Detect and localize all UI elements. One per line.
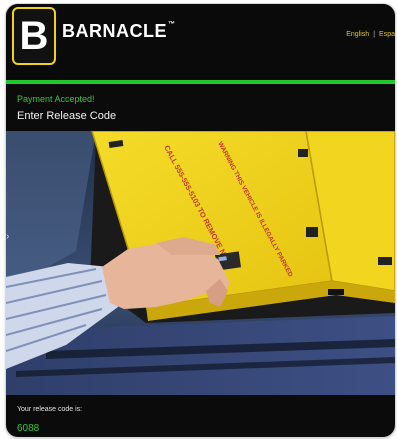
language-english[interactable]: English: [346, 31, 369, 38]
payment-status: Payment Accepted!: [17, 94, 95, 104]
barnacle-logo[interactable]: B: [12, 7, 56, 65]
header: B BARNACLE™ English | Espa: [6, 4, 395, 82]
cursor-marker-icon: ›: [6, 231, 9, 242]
release-code-label: Your release code is:: [17, 406, 83, 413]
device-hinge-3: [306, 227, 318, 237]
page-title: Enter Release Code: [17, 110, 117, 122]
instruction-video[interactable]: CALL 555-555-5103 TO REMOVE NOW WARNING …: [6, 131, 395, 395]
language-separator: |: [373, 31, 376, 38]
video-frame-illustration: CALL 555-555-5103 TO REMOVE NOW WARNING …: [6, 131, 395, 395]
accent-bar: [6, 80, 395, 84]
brand-name: BARNACLE™: [62, 21, 176, 42]
brand-text: BARNACLE: [62, 21, 167, 41]
device-hinge-4: [378, 257, 392, 265]
app-window: B BARNACLE™ English | Espa Payment Accepte…: [6, 4, 395, 437]
device-latch: [328, 289, 344, 295]
release-code-value: 6088: [17, 423, 40, 434]
language-switcher: English | Espa: [346, 31, 395, 38]
trademark-mark: ™: [168, 21, 176, 28]
device-hinge-2: [298, 149, 308, 157]
logo-letter: B: [19, 14, 49, 58]
language-espanol[interactable]: Espa: [379, 31, 395, 38]
